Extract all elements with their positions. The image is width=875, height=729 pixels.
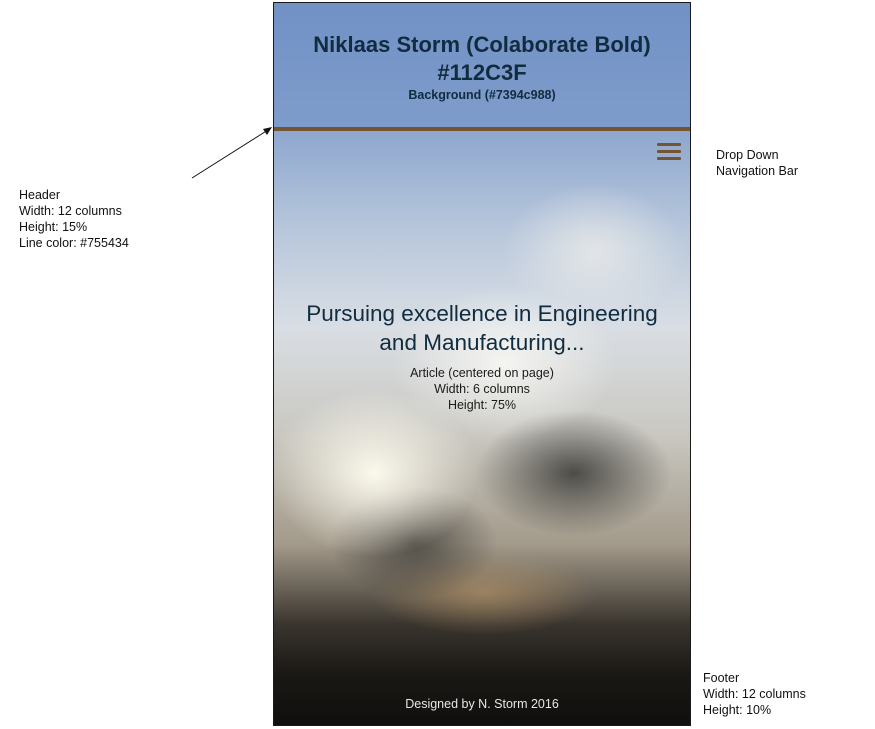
article-headline-line: and Manufacturing... [379,330,585,355]
header-annotation-line: Line color: #755434 [19,236,129,250]
site-title-color: #112C3F [437,60,527,85]
site-title-name: Niklaas Storm (Colaborate Bold) [313,32,651,57]
article-annotation-line: Height: 75% [447,398,517,412]
nav-annotation-line: Drop Down [716,148,779,162]
article-headline-line: Pursuing excellence in Engineering [306,301,658,326]
article-annotation: Article (centered on page) Width: 6 colu… [274,365,690,413]
article: Pursuing excellence in Engineering and M… [274,299,690,413]
footer-annotation-line: Width: 12 columns [703,687,806,701]
footer-annotation-line: Height: 10% [703,703,772,717]
article-annotation-line: Article (centered on page) [410,366,554,380]
footer-annotation-line: Footer [703,671,740,685]
header-annotation-line: Header [19,188,60,202]
site-title: Niklaas Storm (Colaborate Bold) #112C3F [274,31,690,87]
site-header: Niklaas Storm (Colaborate Bold) #112C3F … [274,3,690,129]
header-annotation: Header Width: 12 columns Height: 15% Lin… [19,187,129,251]
menu-bar [657,157,681,160]
site-footer: Designed by N. Storm 2016 [405,697,559,711]
nav-annotation: Drop Down Navigation Bar [716,147,798,179]
header-divider-line [274,127,690,131]
nav-annotation-line: Navigation Bar [716,164,798,178]
header-annotation-line: Width: 12 columns [19,204,122,218]
article-headline: Pursuing excellence in Engineering and M… [274,299,690,357]
article-annotation-line: Width: 6 columns [434,382,530,396]
hamburger-menu-icon[interactable] [657,141,683,163]
header-annotation-line: Height: 15% [19,220,88,234]
menu-bar [657,150,681,153]
footer-annotation: Footer Width: 12 columns Height: 10% [703,670,806,718]
header-background-note: Background (#7394c988) [408,88,556,102]
mobile-page-mockup: Niklaas Storm (Colaborate Bold) #112C3F … [273,2,691,726]
menu-bar [657,143,681,146]
